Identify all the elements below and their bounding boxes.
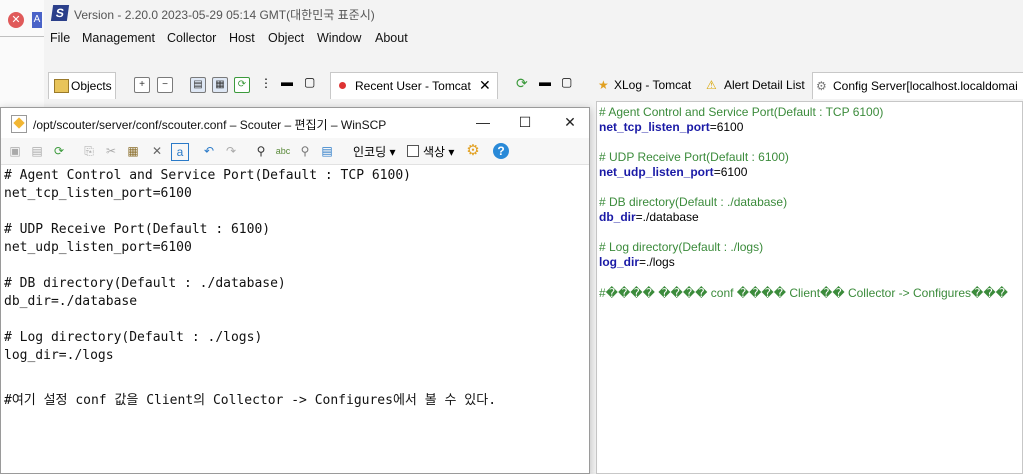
winscp-editor-window: /opt/scouter/server/conf/scouter.conf – … [0,107,590,474]
menu-about[interactable]: About [375,31,408,45]
winscp-toolbar: ▣ ▤ ⟳ ⎘ ✂ ▦ ✕ a ↶ ↷ ⚲ abc ⚲ ▤ 인코딩 ▾ 색상 ▾… [1,138,589,165]
warning-icon: ⚠ [706,78,717,92]
paste-icon[interactable]: ▦ [125,143,141,159]
editor-icon [11,115,27,133]
config-line: db_dir=./database [599,210,699,224]
host-icon[interactable]: ▦ [212,77,228,93]
star-icon: ★ [598,78,609,92]
cut-icon[interactable]: ✂ [103,143,119,159]
maximize-icon[interactable]: ▢ [561,75,572,89]
winscp-title: /opt/scouter/server/conf/scouter.conf – … [33,118,387,132]
config-line: # Log directory(Default : ./logs) [599,240,764,254]
more-icon[interactable]: ⋮ [260,76,272,90]
config-line: # Agent Control and Service Port(Default… [599,105,884,119]
window-title: Version - 2.20.0 2023-05-29 05:14 GMT(대한… [74,8,375,22]
encoding-dropdown[interactable]: 인코딩 ▾ [353,143,395,160]
minimize-icon[interactable]: — [473,114,493,130]
minimize-icon[interactable]: ▬ [281,75,293,89]
replace-icon[interactable]: abc [275,143,291,159]
maximize-icon[interactable]: ☐ [515,114,535,130]
find-next-icon[interactable]: ⚲ [297,143,313,159]
recent-user-dot-icon [339,82,346,89]
collapse-icon[interactable]: − [157,77,173,93]
menu-host[interactable]: Host [229,31,255,45]
refresh-icon[interactable]: ⟳ [234,77,250,93]
right-pane-tabs: ★ XLog - Tomcat ⚠ Alert Detail List ⚙ Co… [590,72,1023,99]
objects-icon [54,79,69,93]
tab-alert-detail-label: Alert Detail List [724,78,805,92]
expand-icon[interactable]: + [134,77,150,93]
tab-config-server-label: Config Server[localhost.localdomai [833,79,1018,93]
config-line: net_tcp_listen_port=6100 [599,120,744,134]
delete-icon[interactable]: ✕ [149,143,165,159]
undo-icon[interactable]: ↶ [201,143,217,159]
scouter-logo-icon: S [50,5,70,21]
text-line: #여기 설정 conf 값을 Client의 Collector -> Conf… [4,393,497,408]
goto-line-icon[interactable]: ▤ [319,143,335,159]
tab-config-server[interactable]: ⚙ Config Server[localhost.localdomai [812,72,1023,99]
winscp-text-area[interactable]: # Agent Control and Service Port(Default… [1,165,589,473]
tab-recent-user[interactable]: Recent User - Tomcat ✕ [330,72,498,99]
help-icon[interactable]: ? [493,143,509,159]
text-line: db_dir=./database [4,294,138,309]
close-icon[interactable]: ✕ [560,114,580,130]
app-icon: A [32,12,42,28]
text-line: # UDP Receive Port(Default : 6100) [4,222,271,237]
gear-icon: ⚙ [816,79,827,93]
close-icon[interactable]: ✕ [8,12,24,28]
color-dropdown[interactable]: 색상 ▾ [423,143,454,160]
tab-objects-label: Objects [71,79,112,93]
color-checkbox[interactable] [407,145,419,157]
copy-icon[interactable]: ⎘ [81,143,97,159]
refresh-icon[interactable]: ⟳ [516,75,528,92]
find-icon[interactable]: ⚲ [253,143,269,159]
settings-gear-icon[interactable]: ⚙ [465,143,481,159]
text-line: # Log directory(Default : ./logs) [4,330,263,345]
config-line: # DB directory(Default : ./database) [599,195,788,209]
tab-alert-detail[interactable]: ⚠ Alert Detail List [704,72,812,98]
tab-objects[interactable]: Objects [48,72,116,99]
menu-bar: File Management Collector Host Object Wi… [44,28,1023,50]
menu-collector[interactable]: Collector [167,31,216,45]
menu-management[interactable]: Management [82,31,155,45]
text-line: net_udp_listen_port=6100 [4,240,192,255]
save-icon[interactable]: ▣ [7,143,23,159]
server-icon[interactable]: ▤ [190,77,206,93]
text-line: log_dir=./logs [4,348,114,363]
tab-recent-user-label: Recent User - Tomcat [355,79,471,93]
objects-pane-tabs: Objects + − ▤ ▦ ⟳ ⋮ ▬ ▢ [44,72,324,99]
tab-xlog[interactable]: ★ XLog - Tomcat [594,72,702,98]
text-line: # DB directory(Default : ./database) [4,276,286,291]
config-line: #���� ���� conf ���� Client�� Collector … [599,286,1008,300]
tab-xlog-label: XLog - Tomcat [614,78,692,92]
text-line: net_tcp_listen_port=6100 [4,186,192,201]
maximize-icon[interactable]: ▢ [304,75,315,89]
config-line: net_udp_listen_port=6100 [599,165,748,179]
menu-file[interactable]: File [50,31,70,45]
redo-icon[interactable]: ↷ [223,143,239,159]
reload-icon[interactable]: ⟳ [51,143,67,159]
close-tab-icon[interactable]: ✕ [479,77,491,94]
menu-window[interactable]: Window [317,31,361,45]
winscp-title-bar: /opt/scouter/server/conf/scouter.conf – … [1,108,589,138]
config-line: # UDP Receive Port(Default : 6100) [599,150,789,164]
scouter-title-bar: S Version - 2.20.0 2023-05-29 05:14 GMT(… [44,0,1023,28]
select-all-icon[interactable]: a [171,143,189,161]
config-line: log_dir=./logs [599,255,675,269]
recent-user-pane-tabs: Recent User - Tomcat ✕ ⟳ ▬ ▢ [330,72,588,99]
text-line: # Agent Control and Service Port(Default… [4,168,411,183]
minimize-icon[interactable]: ▬ [539,75,551,89]
config-server-editor[interactable]: # Agent Control and Service Port(Default… [596,101,1023,474]
divider [0,36,44,37]
menu-object[interactable]: Object [268,31,304,45]
save-all-icon[interactable]: ▤ [29,143,45,159]
